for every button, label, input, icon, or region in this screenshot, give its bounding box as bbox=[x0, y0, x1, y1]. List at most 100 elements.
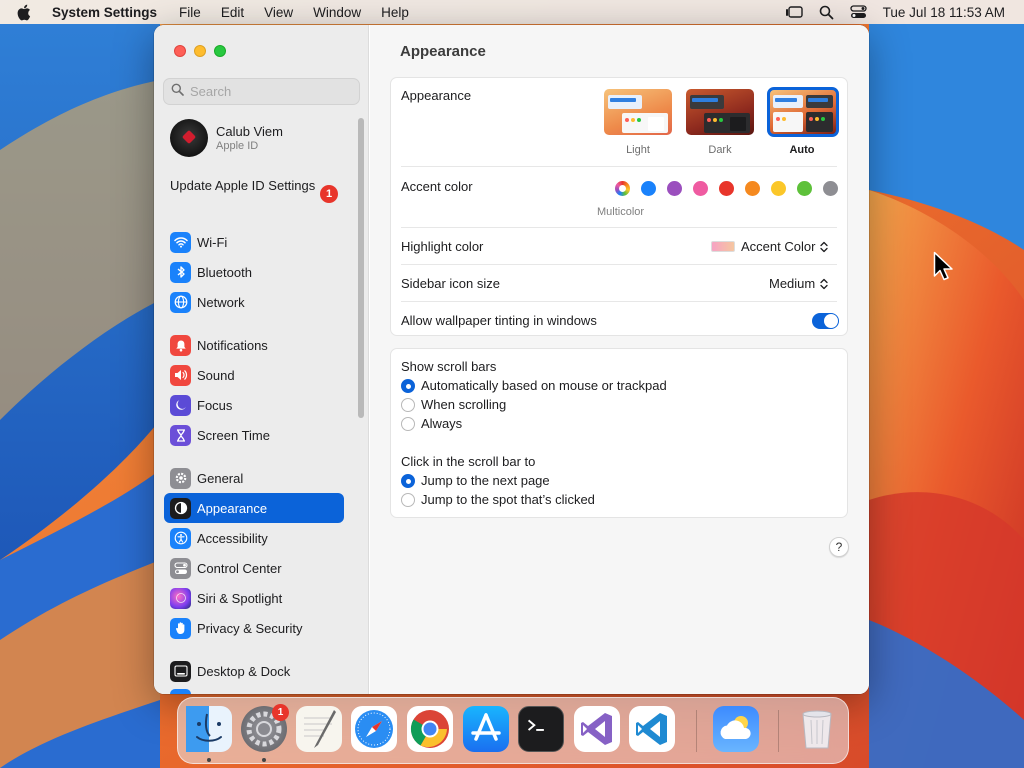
accent-blue-swatch[interactable] bbox=[641, 181, 656, 196]
gear-icon bbox=[170, 467, 191, 489]
sidebar-item-appearance[interactable]: Appearance bbox=[164, 493, 344, 523]
textedit-dock-icon[interactable] bbox=[296, 706, 342, 752]
sidebar-item-focus[interactable]: Focus bbox=[164, 390, 344, 420]
appearance-dark-option[interactable] bbox=[686, 89, 754, 135]
chrome-dock-icon[interactable] bbox=[407, 706, 453, 752]
visual-studio-dock-icon[interactable] bbox=[574, 706, 620, 752]
sidebar-item-control-center[interactable]: Control Center bbox=[164, 553, 344, 583]
menu-file[interactable]: File bbox=[179, 5, 201, 20]
radio-button[interactable] bbox=[401, 473, 415, 488]
system-settings-running-indicator bbox=[262, 758, 266, 762]
radio-button[interactable] bbox=[401, 492, 415, 507]
sidebar-item-screen-time[interactable]: Screen Time bbox=[164, 420, 344, 450]
sidebar-item-network[interactable]: Network bbox=[164, 287, 344, 317]
finder-dock-icon[interactable] bbox=[186, 706, 232, 752]
wallpaper-tinting-toggle[interactable] bbox=[812, 313, 839, 329]
terminal-dock-icon[interactable] bbox=[518, 706, 564, 752]
sidebar-item-label: General bbox=[197, 470, 244, 486]
sidebar-item-siri-spotlight[interactable]: Siri & Spotlight bbox=[164, 583, 344, 613]
sidebar-item-label: Control Center bbox=[197, 560, 282, 576]
highlight-color-popup[interactable]: Accent Color bbox=[711, 239, 829, 254]
sidebar-item-label: Siri & Spotlight bbox=[197, 590, 283, 606]
accent-multicolor-swatch[interactable] bbox=[615, 181, 630, 196]
apple-menu-icon[interactable] bbox=[16, 4, 38, 21]
stage-manager-icon[interactable] bbox=[785, 5, 803, 19]
system-settings-dock-badge: 1 bbox=[272, 704, 289, 721]
accent-green-swatch[interactable] bbox=[797, 181, 812, 196]
radio-button[interactable] bbox=[401, 416, 415, 431]
safari-dock-icon[interactable] bbox=[351, 706, 397, 752]
control-center-menu-icon[interactable] bbox=[850, 5, 867, 19]
chevron-up-down-icon bbox=[820, 278, 828, 290]
sidebar-icon-size-popup[interactable]: Medium bbox=[769, 276, 828, 291]
appearance-light-option[interactable] bbox=[604, 89, 672, 135]
menu-edit[interactable]: Edit bbox=[221, 5, 244, 20]
minimize-button[interactable] bbox=[194, 45, 206, 57]
sidebar-item-label: Focus bbox=[197, 397, 233, 413]
accent-red-swatch[interactable] bbox=[719, 181, 734, 196]
menu-bar: System Settings File Edit View Window He… bbox=[0, 0, 1024, 24]
accent-pink-swatch[interactable] bbox=[693, 181, 708, 196]
app-name-menu[interactable]: System Settings bbox=[52, 5, 157, 20]
sidebar-item-desktop-dock[interactable]: Desktop & Dock bbox=[164, 656, 344, 686]
sidebar-item-general[interactable]: General bbox=[164, 463, 344, 493]
wifi-icon bbox=[170, 231, 191, 253]
appearance-auto-option[interactable] bbox=[767, 87, 839, 137]
sidebar-search[interactable] bbox=[163, 78, 360, 105]
jump-to-spot-option[interactable]: Jump to the spot that’s clicked bbox=[401, 492, 595, 507]
accent-selected-label: Multicolor bbox=[597, 206, 645, 218]
profile-name: Calub Viem bbox=[216, 124, 283, 139]
chevron-up-down-icon bbox=[820, 241, 829, 253]
accent-purple-swatch[interactable] bbox=[667, 181, 682, 196]
radio-label: Automatically based on mouse or trackpad bbox=[421, 378, 667, 393]
sidebar-item-bluetooth[interactable]: Bluetooth bbox=[164, 257, 344, 287]
accent-color-label: Accent color bbox=[401, 179, 473, 194]
search-input[interactable] bbox=[190, 84, 350, 99]
sidebar-item-label: Bluetooth bbox=[197, 264, 252, 280]
radio-button[interactable] bbox=[401, 397, 415, 412]
weather-dock-icon[interactable] bbox=[713, 706, 759, 752]
avatar bbox=[170, 119, 208, 157]
vscode-dock-icon[interactable] bbox=[629, 706, 675, 752]
bluetooth-icon bbox=[170, 261, 191, 283]
menu-view[interactable]: View bbox=[264, 5, 293, 20]
sidebar-item-privacy-security[interactable]: Privacy & Security bbox=[164, 613, 344, 643]
siri-icon bbox=[170, 587, 191, 609]
page-title: Appearance bbox=[400, 43, 486, 60]
scroll-bars-auto-option[interactable]: Automatically based on mouse or trackpad bbox=[401, 378, 667, 393]
trash-dock-icon[interactable] bbox=[794, 706, 840, 752]
sidebar-item-accessibility[interactable]: Accessibility bbox=[164, 523, 344, 553]
sidebar-item-sound[interactable]: Sound bbox=[164, 360, 344, 390]
scroll-bars-always-option[interactable]: Always bbox=[401, 416, 462, 431]
accent-yellow-swatch[interactable] bbox=[771, 181, 786, 196]
menu-help[interactable]: Help bbox=[381, 5, 409, 20]
appearance-settings-group: Appearance Light Dark Auto Accent color bbox=[390, 77, 848, 336]
zoom-button[interactable] bbox=[214, 45, 226, 57]
sidebar-scrollbar[interactable] bbox=[358, 118, 364, 418]
sidebar-item-wifi[interactable]: Wi-Fi bbox=[164, 227, 344, 257]
jump-next-page-option[interactable]: Jump to the next page bbox=[401, 473, 550, 488]
control-center-icon bbox=[170, 557, 191, 579]
sidebar-item-label: Accessibility bbox=[197, 530, 268, 546]
update-apple-id-settings[interactable]: Update Apple ID Settings bbox=[170, 178, 340, 194]
accent-graphite-swatch[interactable] bbox=[823, 181, 838, 196]
finder-running-indicator bbox=[207, 758, 211, 762]
close-button[interactable] bbox=[174, 45, 186, 57]
radio-label: When scrolling bbox=[421, 397, 507, 412]
scroll-bars-when-scrolling-option[interactable]: When scrolling bbox=[401, 397, 506, 412]
app-store-dock-icon[interactable] bbox=[463, 706, 509, 752]
menu-bar-clock[interactable]: Tue Jul 18 11:53 AM bbox=[883, 5, 1005, 20]
help-button[interactable]: ? bbox=[829, 537, 849, 557]
profile-subtitle: Apple ID bbox=[216, 140, 259, 152]
update-badge: 1 bbox=[320, 185, 338, 203]
menu-window[interactable]: Window bbox=[313, 5, 361, 20]
sidebar-item-label: Appearance bbox=[197, 500, 268, 516]
accent-orange-swatch[interactable] bbox=[745, 181, 760, 196]
sidebar-item-label: Notifications bbox=[197, 337, 268, 353]
wallpaper-tinting-label: Allow wallpaper tinting in windows bbox=[401, 313, 597, 328]
sidebar-item-notifications[interactable]: Notifications bbox=[164, 330, 344, 360]
sidebar-icon-size-value: Medium bbox=[769, 276, 816, 291]
radio-button[interactable] bbox=[401, 378, 415, 393]
apple-id-profile[interactable]: Calub Viem Apple ID bbox=[170, 119, 283, 157]
spotlight-search-icon[interactable] bbox=[819, 5, 834, 20]
